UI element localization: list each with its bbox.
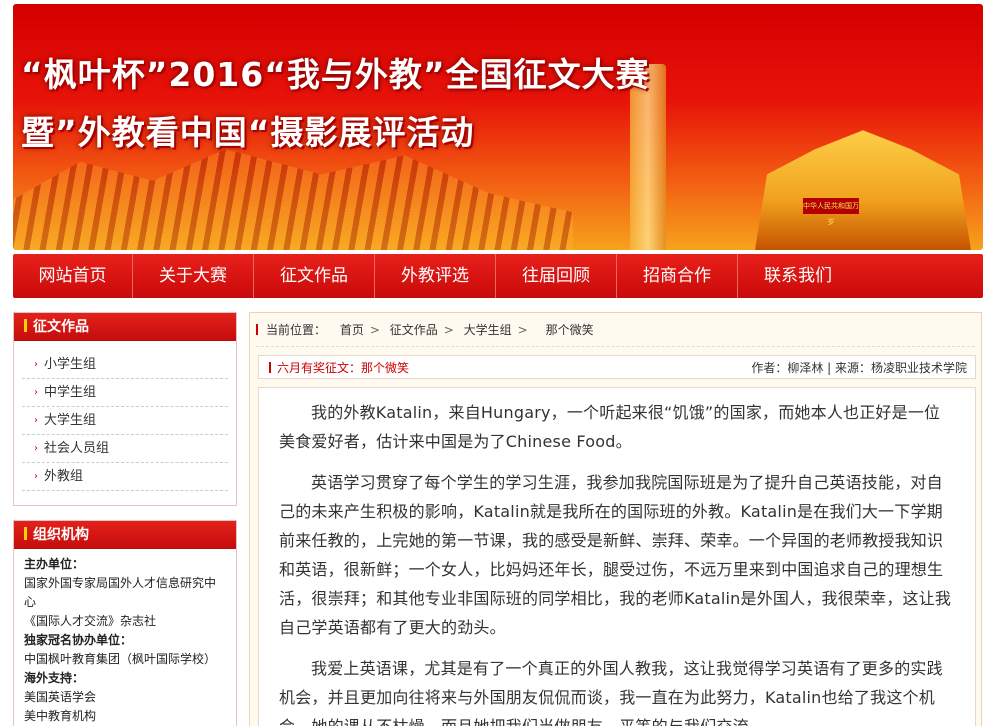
article-paragraph: 我的外教Katalin，来自Hungary，一个听起来很“饥饿”的国家，而她本人… (279, 403, 941, 451)
org-sponsor: 中国枫叶教育集团（枫叶国际学校） (24, 652, 217, 666)
org-overseas-2: 美中教育机构 (24, 709, 97, 723)
category-middle[interactable]: › 中学生组 (22, 379, 228, 407)
chevron-right-icon: › (34, 359, 38, 370)
breadcrumb-home[interactable]: 首页 (340, 323, 364, 337)
article-panel: 当前位置： 首页 > 征文作品 > 大学生组 > 那个微笑 六月有奖征文：那个微笑 作… (249, 312, 982, 726)
banner-title-line2: 暨”外教看中国“摄影展评活动 (21, 113, 475, 152)
org-host-1: 国家外国专家局国外人才信息研究中心 (24, 576, 217, 609)
works-panel: 征文作品 › 小学生组 › 中学生组 › 大学生组 › 社会人员组 › 外教组 (13, 312, 237, 506)
tiananmen-image (755, 130, 971, 250)
article-meta: 作者：柳泽林 | 来源：杨凌职业技术学院 (751, 361, 967, 375)
organization-list: 主办单位： 国家外国专家局国外人才信息研究中心 《国际人才交流》杂志社 独家冠名… (14, 549, 236, 726)
breadcrumb-college[interactable]: 大学生组 (464, 323, 512, 337)
nav-works[interactable]: 征文作品 (254, 254, 375, 298)
org-label-host: 主办单位： (24, 557, 85, 571)
org-host-2: 《国际人才交流》杂志社 (24, 614, 157, 628)
works-panel-header: 征文作品 (14, 313, 236, 341)
nav-review[interactable]: 往届回顾 (496, 254, 617, 298)
nav-teacher-vote[interactable]: 外教评选 (375, 254, 496, 298)
banner-title-line1: “枫叶杯”2016“我与外教”全国征文大赛 (21, 55, 650, 94)
header-banner: 中华人民共和国万岁 “枫叶杯”2016“我与外教”全国征文大赛 暨”外教看中国“… (13, 4, 983, 250)
nav-home[interactable]: 网站首页 (13, 254, 133, 298)
category-teachers[interactable]: › 外教组 (22, 463, 228, 491)
gate-sign: 中华人民共和国万岁 (803, 198, 859, 226)
article-body: 我的外教Katalin，来自Hungary，一个听起来很“饥饿”的国家，而她本人… (258, 387, 976, 726)
article-title: 六月有奖征文：那个微笑 (277, 361, 410, 375)
category-primary[interactable]: › 小学生组 (22, 351, 228, 379)
organization-panel: 组织机构 主办单位： 国家外国专家局国外人才信息研究中心 《国际人才交流》杂志社… (13, 520, 237, 726)
organization-panel-header: 组织机构 (14, 521, 236, 549)
nav-sponsor[interactable]: 招商合作 (617, 254, 738, 298)
chevron-right-icon: › (34, 415, 38, 426)
chevron-right-icon: › (34, 471, 38, 482)
org-label-sponsor: 独家冠名协办单位： (24, 633, 133, 647)
category-public[interactable]: › 社会人员组 (22, 435, 228, 463)
breadcrumb-works[interactable]: 征文作品 (390, 323, 438, 337)
article-paragraph: 我爱上英语课，尤其是有了一个真正的外国人教我，这让我觉得学习英语有了更多的实践机… (279, 659, 943, 726)
breadcrumb-current: 那个微笑 (545, 323, 594, 337)
works-panel-title: 征文作品 (33, 319, 89, 335)
article-header: 六月有奖征文：那个微笑 作者：柳泽林 | 来源：杨凌职业技术学院 (258, 355, 976, 379)
org-label-overseas: 海外支持： (24, 671, 85, 685)
chevron-right-icon: › (34, 443, 38, 454)
breadcrumb-label: 当前位置： (266, 323, 327, 337)
category-college[interactable]: › 大学生组 (22, 407, 228, 435)
nav-about[interactable]: 关于大赛 (133, 254, 254, 298)
nav-contact[interactable]: 联系我们 (738, 254, 858, 298)
org-overseas-1: 美国英语学会 (24, 690, 97, 704)
chevron-right-icon: › (34, 387, 38, 398)
main-nav: 网站首页 关于大赛 征文作品 外教评选 往届回顾 招商合作 联系我们 (13, 254, 983, 298)
organization-panel-title: 组织机构 (33, 527, 89, 543)
breadcrumb: 当前位置： 首页 > 征文作品 > 大学生组 > 那个微笑 (256, 313, 975, 347)
article-paragraph: 英语学习贯穿了每个学生的学习生涯，我参加我院国际班是为了提升自己英语技能，对自己… (279, 473, 952, 637)
